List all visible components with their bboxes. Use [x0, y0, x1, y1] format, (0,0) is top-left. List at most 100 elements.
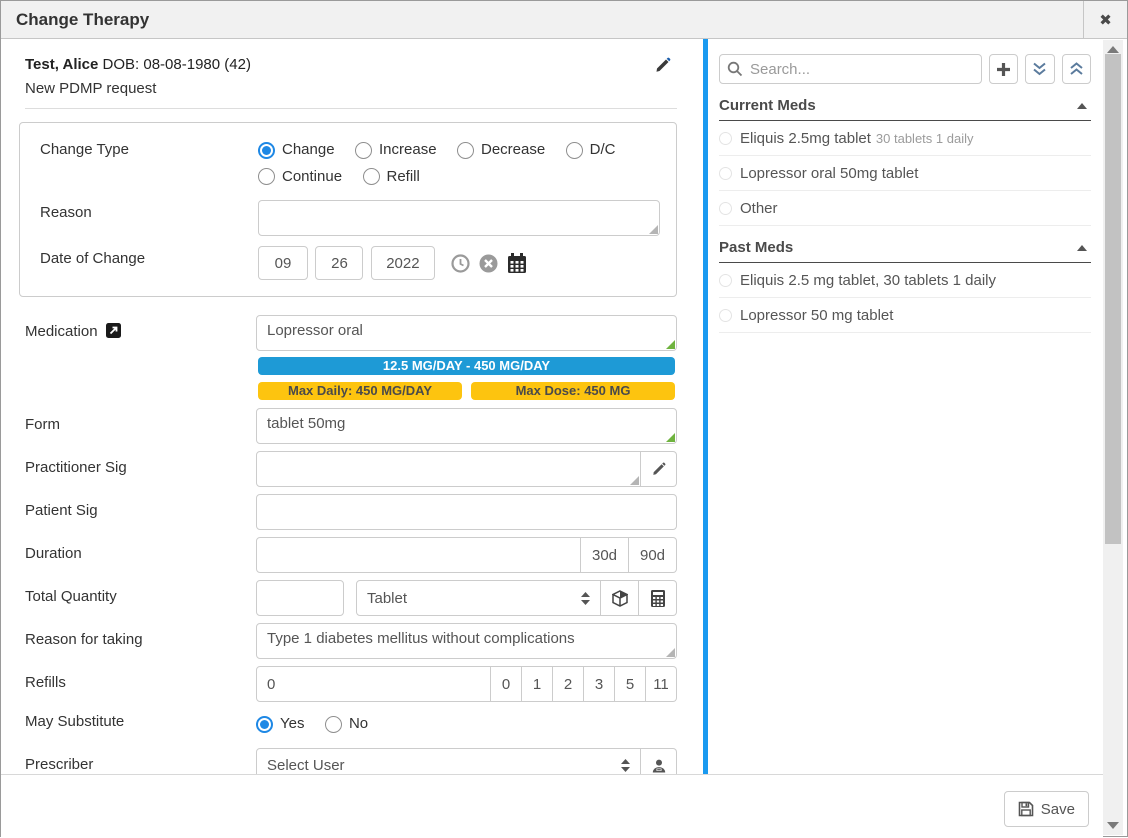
patient-sig-label: Patient Sig [25, 494, 256, 530]
search-icon [727, 61, 743, 77]
package-button[interactable] [601, 580, 639, 616]
med-bullet-icon [719, 274, 732, 287]
clear-date-icon[interactable] [479, 254, 498, 273]
meds-sidebar: Current Meds Eliquis 2.5mg tablet 30 tab… [703, 39, 1097, 774]
scroll-up-icon[interactable] [1107, 46, 1119, 53]
pdmp-request-link[interactable]: New PDMP request [25, 77, 677, 100]
reason-for-taking-label: Reason for taking [25, 623, 256, 659]
radio-dc-input[interactable] [566, 142, 583, 159]
save-button[interactable]: Save [1004, 791, 1089, 827]
max-dose-badge: Max Dose: 450 MG [471, 382, 675, 400]
unit-select[interactable]: Tablet [356, 580, 601, 616]
radio-substitute-yes-input[interactable] [256, 716, 273, 733]
med-item-lopressor-past[interactable]: Lopressor 50 mg tablet [719, 298, 1091, 333]
patient-header: Test, Alice DOB: 08-08-1980 (42) New PDM… [25, 53, 677, 109]
expand-all-button[interactable] [1025, 54, 1054, 84]
radio-substitute-no[interactable]: No [325, 711, 368, 737]
radio-continue[interactable]: Continue [258, 164, 342, 190]
med-item-lopressor-current[interactable]: Lopressor oral 50mg tablet [719, 156, 1091, 191]
select-caret-icon [581, 592, 590, 605]
change-type-panel: Change Type Change Increase Decrease D/C… [19, 122, 677, 297]
person-icon [652, 759, 666, 773]
radio-change[interactable]: Change [258, 137, 335, 163]
refill-0-button[interactable]: 0 [491, 666, 522, 702]
radio-change-input[interactable] [258, 142, 275, 159]
refills-input[interactable] [256, 666, 491, 702]
duration-30d-button[interactable]: 30d [581, 537, 629, 573]
medication-label: Medication [25, 315, 256, 351]
prescriber-select[interactable]: Select User [256, 748, 641, 775]
reason-label: Reason [40, 200, 258, 236]
scroll-down-icon[interactable] [1107, 822, 1119, 829]
save-icon [1018, 801, 1034, 817]
radio-refill-input[interactable] [363, 168, 380, 185]
patient-sig-input[interactable] [256, 494, 677, 530]
collapse-all-button[interactable] [1062, 54, 1091, 84]
add-med-button[interactable] [989, 54, 1018, 84]
med-bullet-icon [719, 132, 732, 145]
med-item-other[interactable]: Other [719, 191, 1091, 226]
med-item-eliquis-past[interactable]: Eliquis 2.5 mg tablet, 30 tablets 1 dail… [719, 263, 1091, 298]
clock-icon[interactable] [451, 254, 470, 273]
may-substitute-label: May Substitute [25, 709, 256, 738]
plus-icon [996, 62, 1011, 77]
radio-decrease-input[interactable] [457, 142, 474, 159]
sidebar-toolbar [719, 54, 1091, 84]
assign-user-button[interactable] [641, 748, 677, 775]
prescriber-label: Prescriber [25, 748, 256, 775]
date-month-input[interactable] [258, 246, 308, 280]
radio-increase-input[interactable] [355, 142, 372, 159]
collapse-caret-icon [1077, 103, 1087, 109]
refill-3-button[interactable]: 3 [584, 666, 615, 702]
duration-90d-button[interactable]: 90d [629, 537, 677, 573]
current-meds-header[interactable]: Current Meds [719, 97, 1091, 121]
radio-dc[interactable]: D/C [566, 137, 616, 163]
date-day-input[interactable] [315, 246, 363, 280]
scrollbar-thumb[interactable] [1105, 54, 1121, 544]
patient-name-line: Test, Alice DOB: 08-08-1980 (42) [25, 53, 677, 77]
patient-dob: DOB: 08-08-1980 (42) [103, 56, 251, 73]
double-chevron-up-icon [1069, 62, 1084, 76]
practitioner-sig-textarea[interactable] [256, 451, 641, 487]
reason-for-taking-textarea[interactable]: Type 1 diabetes mellitus without complic… [256, 623, 677, 659]
form-textarea[interactable]: tablet 50mg [256, 408, 677, 444]
refill-11-button[interactable]: 11 [646, 666, 677, 702]
radio-decrease[interactable]: Decrease [457, 137, 545, 163]
vertical-scrollbar[interactable] [1103, 40, 1123, 835]
duration-input[interactable] [256, 537, 581, 573]
practitioner-sig-label: Practitioner Sig [25, 451, 256, 487]
radio-substitute-no-input[interactable] [325, 716, 342, 733]
med-bullet-icon [719, 309, 732, 322]
modal-footer: Save [1, 774, 1103, 838]
radio-refill[interactable]: Refill [363, 164, 420, 190]
radio-continue-input[interactable] [258, 168, 275, 185]
calculator-button[interactable] [639, 580, 677, 616]
close-icon: ✖ [1099, 11, 1112, 29]
reason-textarea[interactable] [258, 200, 660, 236]
external-link-icon[interactable] [106, 323, 121, 338]
refill-5-button[interactable]: 5 [615, 666, 646, 702]
duration-label: Duration [25, 537, 256, 573]
medication-textarea[interactable]: Lopressor oral [256, 315, 677, 351]
total-quantity-input[interactable] [256, 580, 344, 616]
med-item-eliquis-current[interactable]: Eliquis 2.5mg tablet 30 tablets 1 daily [719, 121, 1091, 156]
cube-icon [612, 590, 628, 607]
meds-search-input[interactable] [719, 54, 982, 84]
refills-label: Refills [25, 666, 256, 702]
dose-range-badge: 12.5 MG/DAY - 450 MG/DAY [258, 357, 675, 375]
date-year-input[interactable] [371, 246, 435, 280]
calendar-icon[interactable] [507, 253, 527, 274]
past-meds-title: Past Meds [719, 239, 793, 256]
modal-titlebar: Change Therapy ✖ [1, 1, 1127, 39]
radio-increase[interactable]: Increase [355, 137, 437, 163]
prescription-form-pane: Test, Alice DOB: 08-08-1980 (42) New PDM… [1, 39, 703, 774]
collapse-caret-icon [1077, 245, 1087, 251]
refill-2-button[interactable]: 2 [553, 666, 584, 702]
edit-sig-button[interactable] [641, 451, 677, 487]
radio-substitute-yes[interactable]: Yes [256, 711, 304, 737]
change-therapy-modal: Change Therapy ✖ Test, Alice DOB: 08-08-… [0, 0, 1128, 837]
refill-1-button[interactable]: 1 [522, 666, 553, 702]
edit-patient-button[interactable] [655, 57, 671, 73]
past-meds-header[interactable]: Past Meds [719, 239, 1091, 263]
close-button[interactable]: ✖ [1083, 1, 1127, 39]
